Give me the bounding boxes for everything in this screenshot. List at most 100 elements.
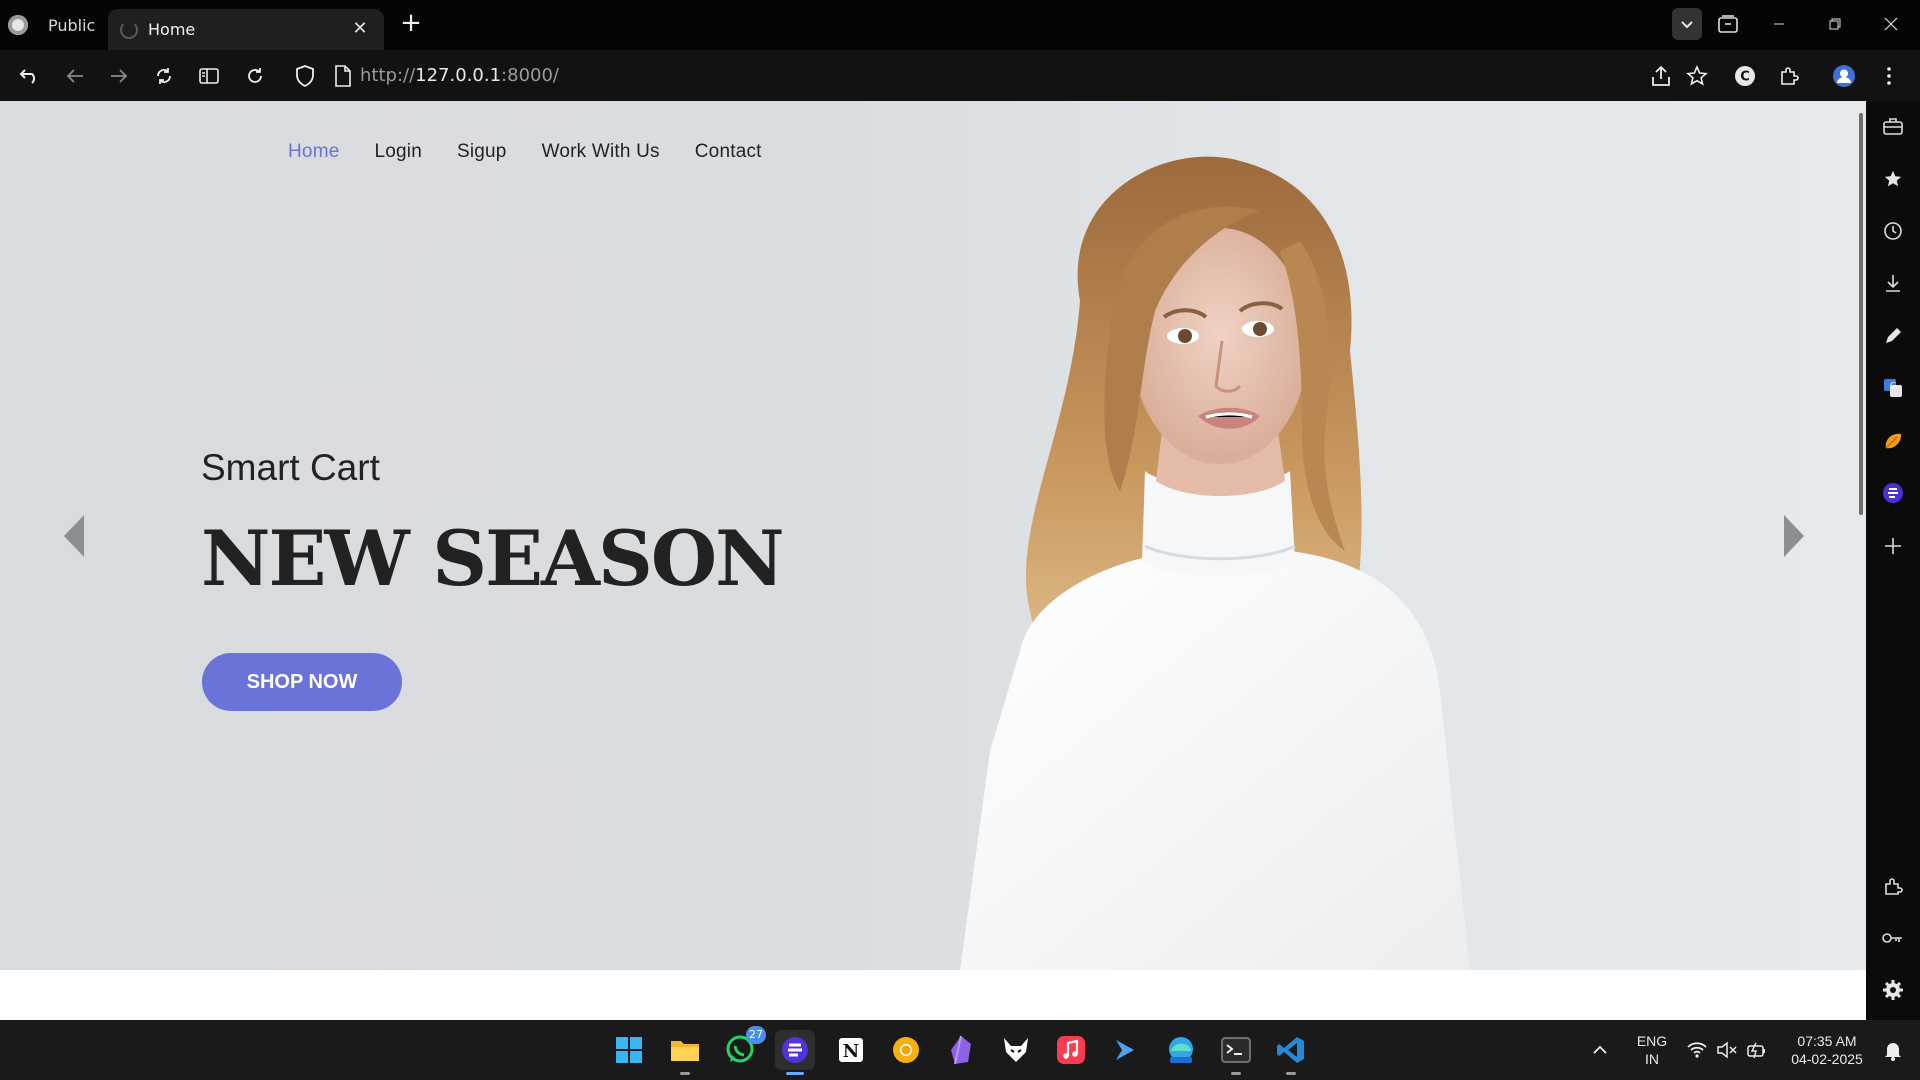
- shop-now-button[interactable]: SHOP NOW: [202, 653, 402, 711]
- minimize-button[interactable]: [1756, 8, 1802, 40]
- pen-icon[interactable]: [1878, 321, 1908, 351]
- notifications-button[interactable]: [1876, 1030, 1910, 1070]
- refresh-button[interactable]: [239, 60, 271, 92]
- arrow-right-icon: [111, 69, 128, 83]
- tab-dropdown-button[interactable]: [1672, 8, 1702, 40]
- edge-preview-button[interactable]: [1161, 1030, 1201, 1070]
- terminal-button[interactable]: [1216, 1030, 1256, 1075]
- sync-button[interactable]: [148, 60, 180, 92]
- hero-slider: Home Login Sigup Work With Us Contact Sm…: [0, 101, 1866, 970]
- svg-text:N: N: [843, 1041, 859, 1062]
- undo-button[interactable]: [14, 60, 46, 92]
- briefcase-icon[interactable]: [1878, 111, 1908, 141]
- region-code: IN: [1645, 1051, 1659, 1067]
- music-icon: [1057, 1036, 1085, 1064]
- split-screen-button[interactable]: [193, 60, 225, 92]
- minimize-icon: [1774, 23, 1784, 25]
- favorite-button[interactable]: [1681, 60, 1713, 92]
- new-tab-button[interactable]: +: [398, 10, 424, 36]
- triangle-left-icon: [64, 515, 84, 557]
- nav-link-signup[interactable]: Sigup: [457, 141, 507, 163]
- slider-next-button[interactable]: [1778, 511, 1808, 561]
- shield-icon[interactable]: [294, 64, 316, 88]
- profile-icon: [8, 15, 28, 35]
- star-icon[interactable]: [1878, 164, 1908, 194]
- url-text[interactable]: http://127.0.0.1:8000/: [360, 65, 559, 86]
- slider-prev-button[interactable]: [60, 511, 90, 561]
- chrome-canary-button[interactable]: [886, 1030, 926, 1070]
- running-indicator: [1231, 1072, 1241, 1075]
- more-vertical-icon: [1887, 67, 1891, 85]
- translate-icon[interactable]: G: [1878, 373, 1908, 403]
- refresh-icon: [248, 68, 262, 83]
- page-viewport: Home Login Sigup Work With Us Contact Sm…: [0, 101, 1866, 1020]
- apple-music-button[interactable]: [1051, 1030, 1091, 1070]
- nav-link-login[interactable]: Login: [374, 141, 422, 163]
- powershell-dev-button[interactable]: [1106, 1030, 1146, 1070]
- nav-link-home[interactable]: Home: [288, 141, 339, 163]
- arrow-left-icon: [66, 69, 83, 83]
- battery-status[interactable]: [1742, 1030, 1772, 1070]
- address-bar[interactable]: http://127.0.0.1:8000/: [286, 58, 1626, 94]
- profile-tab[interactable]: Public: [8, 12, 95, 38]
- profile-label: Public: [48, 15, 96, 35]
- whatsapp-button[interactable]: 27: [720, 1026, 766, 1070]
- key-icon[interactable]: [1878, 923, 1908, 953]
- tab-bar: Public Home ✕ +: [0, 0, 1920, 50]
- tray-overflow-button[interactable]: [1582, 1030, 1618, 1070]
- close-icon: [1884, 17, 1898, 31]
- notion-icon: N: [839, 1038, 863, 1062]
- c-extension-button[interactable]: C: [1729, 60, 1761, 92]
- nav-link-contact[interactable]: Contact: [695, 141, 762, 163]
- restore-button[interactable]: [1812, 8, 1858, 40]
- obsidian-button[interactable]: [941, 1030, 981, 1070]
- orange-app-icon[interactable]: [1878, 426, 1908, 456]
- main-nav: Home Login Sigup Work With Us Contact: [288, 141, 797, 163]
- settings-menu-button[interactable]: [1873, 60, 1905, 92]
- history-icon[interactable]: [1878, 216, 1908, 246]
- running-indicator: [786, 1072, 804, 1075]
- wifi-status[interactable]: [1682, 1030, 1712, 1070]
- url-host: 127.0.0.1: [415, 65, 502, 86]
- windows-taskbar: 27 N ENG IN 07:35 AM 04-02-2025: [0, 1020, 1920, 1080]
- fox-app-button[interactable]: [996, 1030, 1036, 1070]
- wifi-icon: [1687, 1042, 1707, 1058]
- page-info-icon[interactable]: [334, 65, 352, 87]
- file-explorer-button[interactable]: [665, 1030, 705, 1075]
- close-tab-button[interactable]: ✕: [348, 17, 372, 41]
- close-window-button[interactable]: [1868, 8, 1914, 40]
- back-button[interactable]: [59, 60, 91, 92]
- share-icon: [1652, 65, 1670, 86]
- language-indicator[interactable]: ENG IN: [1624, 1032, 1680, 1068]
- chrome-canary-icon: [893, 1037, 919, 1063]
- chevron-up-icon: [1593, 1045, 1607, 1054]
- add-icon[interactable]: [1878, 531, 1908, 561]
- avatar-icon: [1833, 65, 1855, 87]
- profile-button[interactable]: [1828, 60, 1860, 92]
- terminal-icon: [1221, 1037, 1251, 1063]
- tab-home[interactable]: Home ✕: [108, 9, 384, 50]
- vscode-button[interactable]: [1271, 1030, 1311, 1075]
- forward-button[interactable]: [103, 60, 135, 92]
- edge-copilot-icon[interactable]: [1878, 478, 1908, 508]
- edge-browser-button[interactable]: [775, 1030, 815, 1075]
- nav-link-work-with-us[interactable]: Work With Us: [542, 141, 660, 163]
- collections-button[interactable]: [1712, 8, 1744, 40]
- download-icon[interactable]: [1878, 268, 1908, 298]
- start-button[interactable]: [609, 1030, 649, 1070]
- notion-button[interactable]: N: [831, 1030, 871, 1070]
- clock[interactable]: 07:35 AM 04-02-2025: [1780, 1032, 1874, 1068]
- svg-text:C: C: [1740, 70, 1750, 85]
- volume-status[interactable]: [1712, 1030, 1742, 1070]
- gear-icon[interactable]: [1878, 975, 1908, 1005]
- share-button[interactable]: [1645, 60, 1677, 92]
- split-screen-icon: [199, 68, 219, 84]
- extensions-icon[interactable]: [1878, 871, 1908, 901]
- extensions-button[interactable]: [1773, 60, 1805, 92]
- windows-icon: [616, 1037, 642, 1063]
- edge-preview-icon: [1169, 1037, 1193, 1063]
- url-prefix: http://: [360, 65, 416, 86]
- language-code: ENG: [1636, 1033, 1668, 1049]
- page-scrollbar[interactable]: [1859, 113, 1863, 515]
- restore-icon: [1829, 18, 1841, 30]
